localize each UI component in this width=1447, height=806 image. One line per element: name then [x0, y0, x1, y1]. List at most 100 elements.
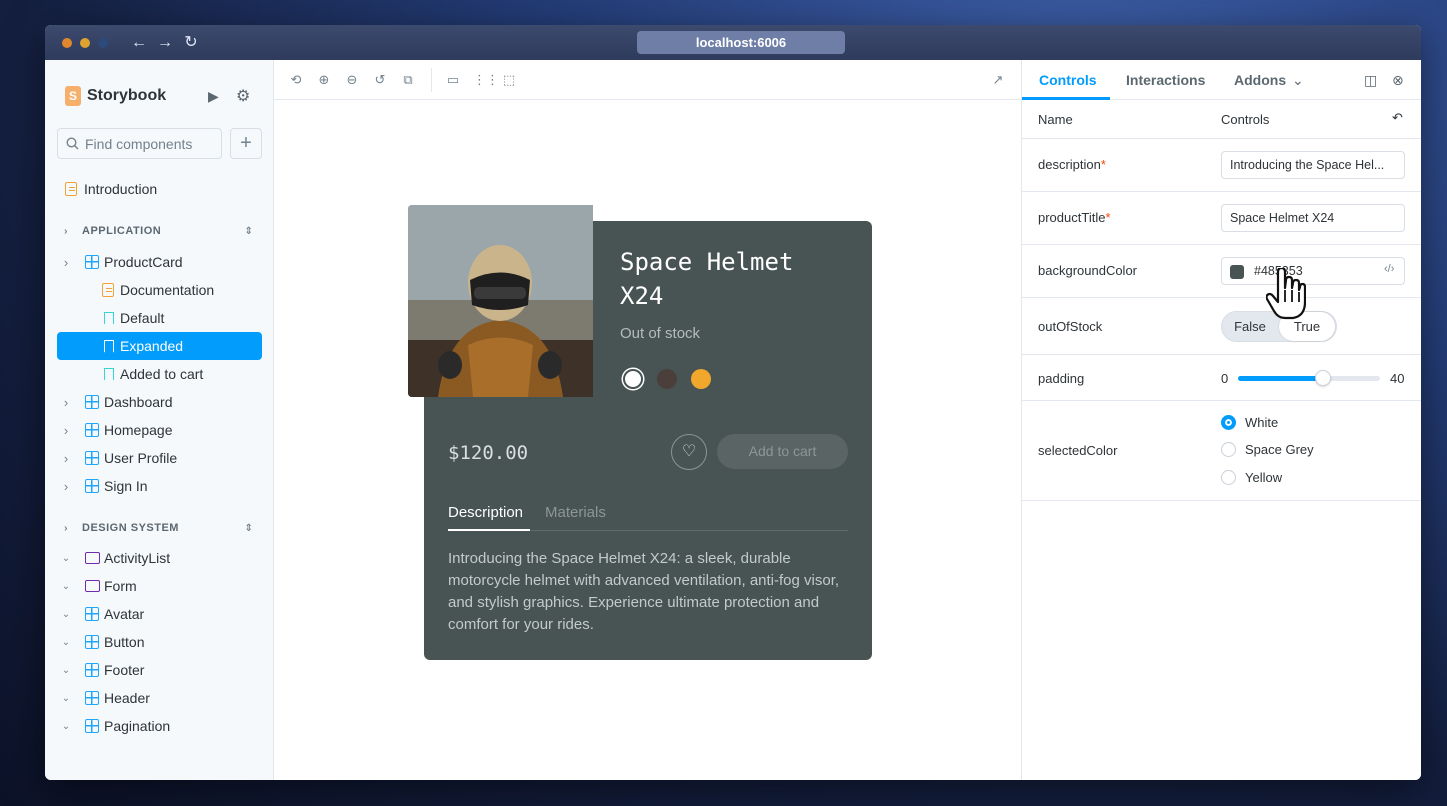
play-icon[interactable]: ▶ [208, 88, 219, 105]
padding-slider-track[interactable] [1238, 370, 1380, 386]
control-name: backgroundColor [1038, 263, 1138, 278]
window-dot-orange[interactable] [62, 38, 72, 48]
remount-icon[interactable]: ⟲ [288, 72, 304, 88]
tree-item-footer[interactable]: ⌄ Footer [57, 656, 262, 684]
radio-button[interactable] [1221, 415, 1236, 430]
group-application[interactable]: › APPLICATION ⇕ [57, 217, 262, 245]
radio-button[interactable] [1221, 470, 1236, 485]
tree-item-avatar[interactable]: ⌄ Avatar [57, 600, 262, 628]
color-swatch-space-grey[interactable] [657, 369, 677, 389]
zoom-in-icon[interactable]: ⊕ [316, 72, 332, 88]
radio-yellow[interactable]: Yellow [1221, 470, 1282, 485]
color-swatch-white[interactable] [623, 369, 643, 389]
window-dot-yellow[interactable] [80, 38, 90, 48]
url-bar[interactable]: localhost:6006 [637, 31, 845, 54]
radio-space-grey[interactable]: Space Grey [1221, 442, 1314, 457]
tree-item-header[interactable]: ⌄ Header [57, 684, 262, 712]
document-icon [65, 182, 77, 196]
tab-controls[interactable]: Controls [1039, 72, 1097, 88]
code-icon[interactable]: ‹/› [1384, 263, 1394, 275]
zoom-reset-icon[interactable]: ↺ [372, 72, 388, 88]
tree-item-activitylist[interactable]: ⌄ ActivityList [57, 544, 262, 572]
panel-layout-icon[interactable]: ◫ [1364, 72, 1377, 89]
tab-description[interactable]: Description [448, 504, 523, 521]
product-title: Space Helmet X24 [620, 248, 794, 310]
color-swatch-yellow[interactable] [691, 369, 711, 389]
radio-white[interactable]: White [1221, 415, 1278, 430]
brand[interactable]: S Storybook [65, 86, 166, 106]
addons-panel: Controls Interactions Addons ⌄ ◫ ⊗ Name … [1021, 60, 1421, 780]
stock-status: Out of stock [620, 325, 701, 342]
gear-icon[interactable]: ⚙ [236, 86, 250, 106]
component-icon [85, 663, 99, 677]
radio-label: White [1245, 415, 1279, 430]
bookmark-icon [104, 311, 114, 325]
grid-icon[interactable]: ⋮⋮ [473, 72, 499, 88]
storybook-logo-icon: S [65, 86, 81, 106]
tree-item-button[interactable]: ⌄ Button [57, 628, 262, 656]
search-input[interactable] [85, 135, 215, 152]
favorite-button[interactable]: ♡ [671, 434, 707, 470]
color-preview-swatch[interactable] [1230, 265, 1244, 279]
tree-item-user-profile[interactable]: › User Profile [57, 444, 262, 472]
tree-item-default[interactable]: Default [57, 304, 262, 332]
window-dot-blue[interactable] [98, 38, 108, 48]
chevron-right-icon: › [63, 394, 69, 410]
add-component-button[interactable]: + [230, 128, 262, 159]
chevron-right-icon: › [63, 254, 69, 270]
required-mark: * [1100, 157, 1106, 172]
forward-icon[interactable]: → [155, 33, 175, 53]
zoom-out-icon[interactable]: ⊖ [344, 72, 360, 88]
tree-item-label: Homepage [104, 422, 173, 438]
tree-item-added-to-cart[interactable]: Added to cart [57, 360, 262, 388]
chevron-down-icon[interactable]: ⌄ [1292, 72, 1304, 89]
tree-item-form[interactable]: ⌄ Form [57, 572, 262, 600]
bookmark-icon [104, 339, 114, 353]
back-icon[interactable]: ← [129, 33, 149, 53]
tree-item-label: ProductCard [104, 254, 183, 270]
search-box[interactable] [57, 128, 222, 159]
tab-materials[interactable]: Materials [545, 504, 606, 521]
sidebar: S Storybook ▶ ⚙ + Introduction › APPLICA… [45, 60, 274, 780]
column-name-header: Name [1038, 112, 1073, 127]
chevron-down-icon: ⌄ [61, 636, 71, 648]
radio-button[interactable] [1221, 442, 1236, 457]
folder-icon [85, 552, 100, 564]
tab-addons[interactable]: Addons [1234, 72, 1286, 88]
tree-item-label: Form [104, 578, 137, 594]
background-color-input[interactable]: #485353 [1221, 257, 1405, 285]
reset-icon[interactable]: ↶ [1392, 110, 1403, 126]
expand-collapse-icon[interactable]: ⇕ [243, 226, 255, 237]
tree-item-pagination[interactable]: ⌄ Pagination [57, 712, 262, 740]
toolbar-divider [431, 68, 432, 92]
tree-item-homepage[interactable]: › Homepage [57, 416, 262, 444]
padding-slider-thumb[interactable] [1315, 370, 1332, 386]
add-to-cart-button[interactable]: Add to cart [717, 434, 848, 469]
tab-interactions[interactable]: Interactions [1126, 72, 1205, 88]
active-tab-indicator [448, 529, 530, 531]
hand-pointer-cursor-icon [1266, 268, 1306, 320]
product-title-input[interactable]: Space Helmet X24 [1221, 204, 1405, 232]
tree-item-sign-in[interactable]: › Sign In [57, 472, 262, 500]
description-input[interactable]: Introducing the Space Hel... [1221, 151, 1405, 179]
tree-item-dashboard[interactable]: › Dashboard [57, 388, 262, 416]
outline-icon[interactable]: ⬚ [501, 72, 517, 88]
control-row-selectedcolor: selectedColor White Space Grey Yellow [1022, 401, 1421, 501]
backgrounds-icon[interactable]: ⧉ [400, 72, 416, 88]
group-design-system[interactable]: › DESIGN SYSTEM ⇕ [57, 514, 262, 542]
expand-collapse-icon[interactable]: ⇕ [243, 523, 255, 534]
search-icon [66, 137, 79, 150]
tree-item-documentation[interactable]: Documentation [57, 276, 262, 304]
product-price: $120.00 [448, 442, 529, 464]
control-row-description: description* Introducing the Space Hel..… [1022, 139, 1421, 192]
control-name: selectedColor [1038, 443, 1118, 458]
viewport-icon[interactable]: ▭ [445, 72, 461, 88]
tree-item-productcard[interactable]: › ProductCard [57, 248, 262, 276]
open-new-tab-icon[interactable]: ↗ [990, 72, 1006, 88]
tree-item-label: Expanded [120, 338, 184, 354]
tree-item-expanded[interactable]: Expanded [57, 332, 262, 360]
close-icon[interactable]: ⊗ [1392, 72, 1404, 89]
group-label: APPLICATION [82, 225, 162, 237]
reload-icon[interactable]: ↻ [181, 33, 201, 53]
tree-item-introduction[interactable]: Introduction [57, 175, 262, 203]
